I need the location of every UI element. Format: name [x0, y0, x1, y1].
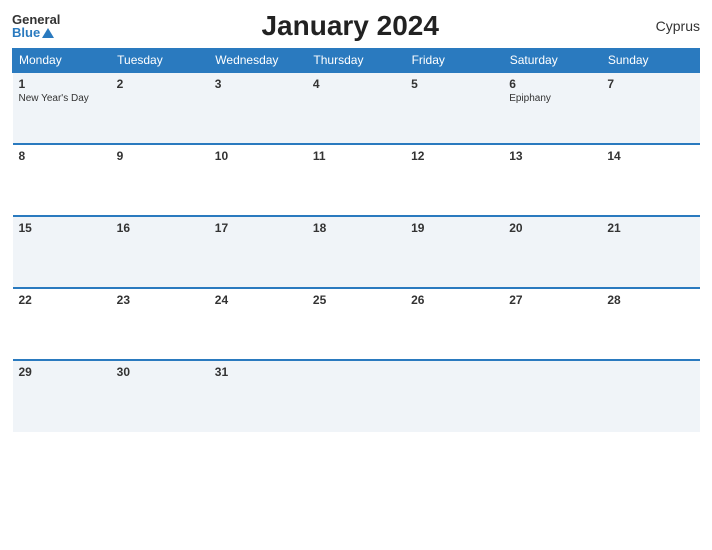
- calendar-cell: 30: [111, 360, 209, 432]
- calendar-table: MondayTuesdayWednesdayThursdayFridaySatu…: [12, 48, 700, 432]
- calendar-cell: 5: [405, 72, 503, 144]
- calendar-cell: 23: [111, 288, 209, 360]
- calendar-cell: 17: [209, 216, 307, 288]
- day-number: 25: [313, 293, 399, 307]
- calendar-cell: 20: [503, 216, 601, 288]
- day-number: 15: [19, 221, 105, 235]
- weekday-header-tuesday: Tuesday: [111, 49, 209, 73]
- day-number: 7: [607, 77, 693, 91]
- calendar-cell: 28: [601, 288, 699, 360]
- calendar-cell: 2: [111, 72, 209, 144]
- day-number: 10: [215, 149, 301, 163]
- calendar-cell: 15: [13, 216, 111, 288]
- calendar-cell: 18: [307, 216, 405, 288]
- day-number: 24: [215, 293, 301, 307]
- weekday-header-thursday: Thursday: [307, 49, 405, 73]
- day-number: 3: [215, 77, 301, 91]
- weekday-header-monday: Monday: [13, 49, 111, 73]
- day-number: 6: [509, 77, 595, 91]
- day-number: 18: [313, 221, 399, 235]
- calendar-cell: 10: [209, 144, 307, 216]
- day-number: 22: [19, 293, 105, 307]
- calendar-title: January 2024: [60, 10, 640, 42]
- calendar-cell: [307, 360, 405, 432]
- day-number: 11: [313, 149, 399, 163]
- day-number: 29: [19, 365, 105, 379]
- day-number: 13: [509, 149, 595, 163]
- calendar-cell: 21: [601, 216, 699, 288]
- logo: General Blue: [12, 13, 60, 39]
- day-number: 27: [509, 293, 595, 307]
- calendar-cell: 24: [209, 288, 307, 360]
- day-number: 30: [117, 365, 203, 379]
- calendar-cell: 1 New Year's Day: [13, 72, 111, 144]
- holiday-name: Epiphany: [509, 93, 595, 104]
- day-number: 5: [411, 77, 497, 91]
- country-label: Cyprus: [640, 18, 700, 34]
- day-number: 28: [607, 293, 693, 307]
- logo-triangle-icon: [42, 28, 54, 38]
- day-number: 16: [117, 221, 203, 235]
- calendar-cell: 26: [405, 288, 503, 360]
- calendar-cell: 31: [209, 360, 307, 432]
- calendar-week-row: 22 23 24 25 26 27 28: [13, 288, 700, 360]
- weekday-header-friday: Friday: [405, 49, 503, 73]
- weekday-header-saturday: Saturday: [503, 49, 601, 73]
- day-number: 12: [411, 149, 497, 163]
- calendar-cell: 4: [307, 72, 405, 144]
- day-number: 8: [19, 149, 105, 163]
- calendar-cell: 13: [503, 144, 601, 216]
- calendar-cell: [503, 360, 601, 432]
- calendar-week-row: 15 16 17 18 19 20 21: [13, 216, 700, 288]
- calendar-cell: 6 Epiphany: [503, 72, 601, 144]
- weekday-header-row: MondayTuesdayWednesdayThursdayFridaySatu…: [13, 49, 700, 73]
- calendar-cell: 14: [601, 144, 699, 216]
- day-number: 14: [607, 149, 693, 163]
- calendar-cell: 11: [307, 144, 405, 216]
- weekday-header-sunday: Sunday: [601, 49, 699, 73]
- calendar-week-row: 89 10 11 12 13 14: [13, 144, 700, 216]
- calendar-cell: 22: [13, 288, 111, 360]
- day-number: 1: [19, 77, 105, 91]
- page: General Blue January 2024 Cyprus MondayT…: [0, 0, 712, 550]
- calendar-cell: 27: [503, 288, 601, 360]
- day-number: 21: [607, 221, 693, 235]
- weekday-header-wednesday: Wednesday: [209, 49, 307, 73]
- calendar-cell: 19: [405, 216, 503, 288]
- day-number: 4: [313, 77, 399, 91]
- day-number: 23: [117, 293, 203, 307]
- calendar-cell: 3: [209, 72, 307, 144]
- logo-blue-text: Blue: [12, 26, 40, 39]
- day-number: 26: [411, 293, 497, 307]
- holiday-name: New Year's Day: [19, 93, 105, 104]
- calendar-cell: 12: [405, 144, 503, 216]
- day-number: 9: [117, 149, 203, 163]
- day-number: 17: [215, 221, 301, 235]
- calendar-cell: [601, 360, 699, 432]
- calendar-cell: [405, 360, 503, 432]
- calendar-cell: 9: [111, 144, 209, 216]
- calendar-cell: 29: [13, 360, 111, 432]
- calendar-cell: 25: [307, 288, 405, 360]
- calendar-cell: 7: [601, 72, 699, 144]
- day-number: 31: [215, 365, 301, 379]
- header: General Blue January 2024 Cyprus: [12, 10, 700, 42]
- day-number: 19: [411, 221, 497, 235]
- calendar-cell: 16: [111, 216, 209, 288]
- calendar-cell: 8: [13, 144, 111, 216]
- day-number: 20: [509, 221, 595, 235]
- calendar-week-row: 29 30 31: [13, 360, 700, 432]
- day-number: 2: [117, 77, 203, 91]
- calendar-week-row: 1 New Year's Day 23456 Epiphany 7: [13, 72, 700, 144]
